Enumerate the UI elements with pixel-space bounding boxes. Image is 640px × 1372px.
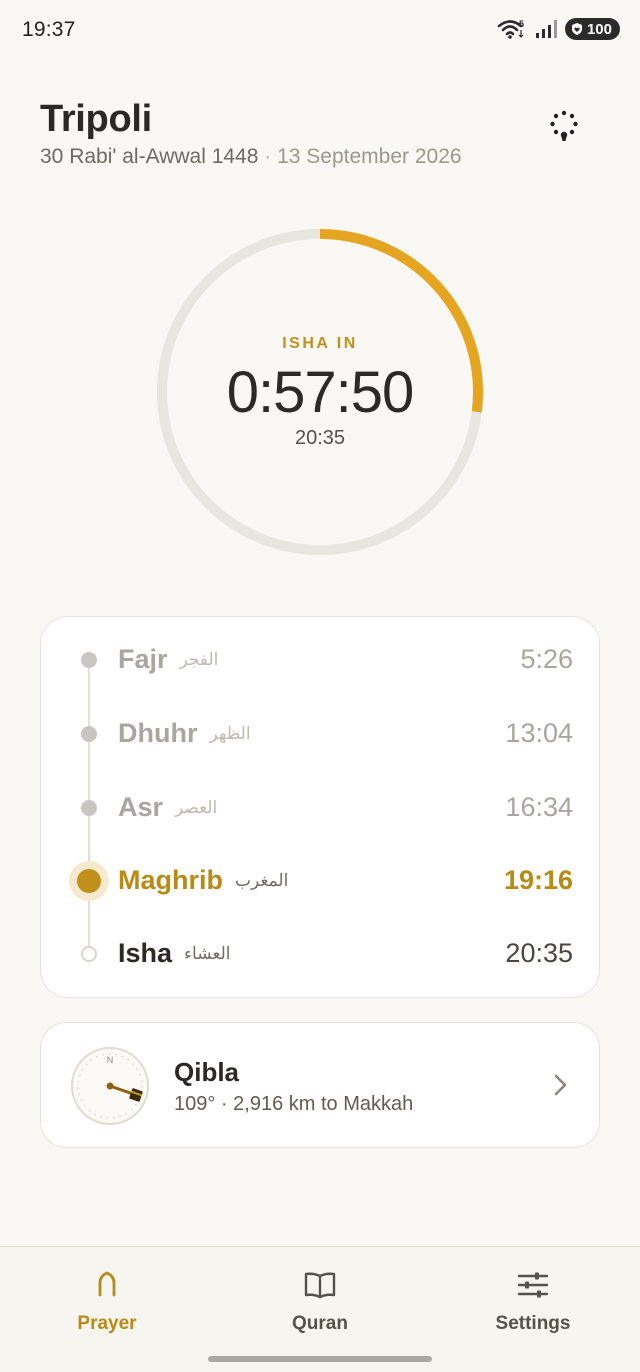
- battery-icon: 100: [564, 18, 620, 40]
- countdown-ring: ISHA IN 0:57:50 20:35: [155, 227, 485, 557]
- prayer-row-asr: Asr العصر 16:34: [41, 778, 599, 838]
- shield-heart-icon: [571, 23, 582, 35]
- prayer-row-maghrib: Maghrib المغرب 19:16: [41, 851, 599, 911]
- status-bar: 19:37 5 100: [0, 0, 640, 62]
- status-icons: 5 100: [497, 18, 620, 40]
- prayer-time: 5:26: [520, 644, 573, 674]
- chevron-right-icon: [554, 1074, 567, 1096]
- next-prayer-time: 20:35: [294, 427, 346, 449]
- qibla-card[interactable]: N Qibla 109° · 2,916 km to Makkah: [40, 1022, 600, 1148]
- prayer-time: 13:04: [505, 718, 573, 748]
- timeline-dot: [81, 726, 97, 742]
- countdown-timer: 0:57:50: [226, 360, 415, 425]
- prayer-name: Asr العصر: [118, 792, 218, 822]
- prayer-times-card: Fajr الفجر 5:26 Dhuhr الظهر 13:04 Asr العصر…: [40, 616, 600, 998]
- qibla-title: Qibla: [174, 1057, 240, 1087]
- location-pin-icon[interactable]: [546, 108, 582, 144]
- date-separator: ·: [264, 145, 272, 168]
- prayer-arabic-name: المغرب: [235, 871, 289, 891]
- prayer-row-isha: Isha العشاء 20:35: [41, 924, 599, 984]
- nav-label: Prayer: [77, 1313, 137, 1334]
- city-title: Tripoli: [40, 98, 152, 140]
- prayer-arabic-name: العصر: [175, 798, 218, 818]
- compass-north-label: N: [107, 1055, 114, 1065]
- next-prayer-label: ISHA IN: [282, 335, 358, 352]
- timeline-dot-current: [69, 861, 109, 901]
- nav-label: Settings: [495, 1313, 571, 1334]
- mihrab-icon: [98, 1271, 116, 1297]
- prayer-name: Maghrib المغرب: [118, 865, 289, 895]
- gregorian-date: 13 September 2026: [277, 145, 462, 168]
- nav-label: Quran: [292, 1313, 348, 1334]
- prayer-arabic-name: العشاء: [184, 944, 231, 964]
- prayer-name: Fajr الفجر: [118, 644, 219, 674]
- prayer-arabic-name: الظهر: [209, 724, 251, 744]
- sliders-icon: [517, 1272, 549, 1298]
- prayer-name: Isha العشاء: [118, 938, 231, 968]
- book-icon: [304, 1272, 336, 1299]
- prayer-time: 16:34: [505, 792, 573, 822]
- nav-settings[interactable]: Settings: [463, 1267, 603, 1335]
- nav-quran[interactable]: Quran: [250, 1267, 390, 1335]
- signal-icon: [535, 20, 557, 38]
- prayer-time: 19:16: [503, 865, 573, 895]
- countdown-center: ISHA IN 0:57:50 20:35: [155, 227, 485, 557]
- status-time: 19:37: [22, 18, 76, 41]
- wifi-icon: 5: [497, 19, 524, 39]
- timeline-dot-upcoming: [81, 946, 97, 962]
- prayer-row-dhuhr: Dhuhr الظهر 13:04: [41, 704, 599, 764]
- prayer-arabic-name: الفجر: [179, 650, 219, 670]
- timeline-dot: [81, 800, 97, 816]
- home-indicator[interactable]: [208, 1356, 432, 1362]
- nav-prayer[interactable]: Prayer: [37, 1267, 177, 1335]
- bottom-nav: Prayer Quran Settings: [0, 1246, 640, 1372]
- qibla-subtitle: 109° · 2,916 km to Makkah: [174, 1093, 414, 1115]
- prayer-row-fajr: Fajr الفجر 5:26: [41, 630, 599, 690]
- date-line: 30 Rabi' al-Awwal 1448 · 13 September 20…: [40, 145, 600, 169]
- compass-icon: N: [71, 1047, 149, 1125]
- header: Tripoli 30 Rabi' al-Awwal 1448 · 13 Sept…: [40, 98, 600, 178]
- svg-text:5: 5: [519, 19, 524, 29]
- timeline-dot: [81, 652, 97, 668]
- battery-level: 100: [586, 20, 612, 38]
- prayer-name: Dhuhr الظهر: [118, 718, 251, 748]
- hijri-date: 30 Rabi' al-Awwal 1448: [40, 145, 259, 168]
- prayer-time: 20:35: [505, 938, 573, 968]
